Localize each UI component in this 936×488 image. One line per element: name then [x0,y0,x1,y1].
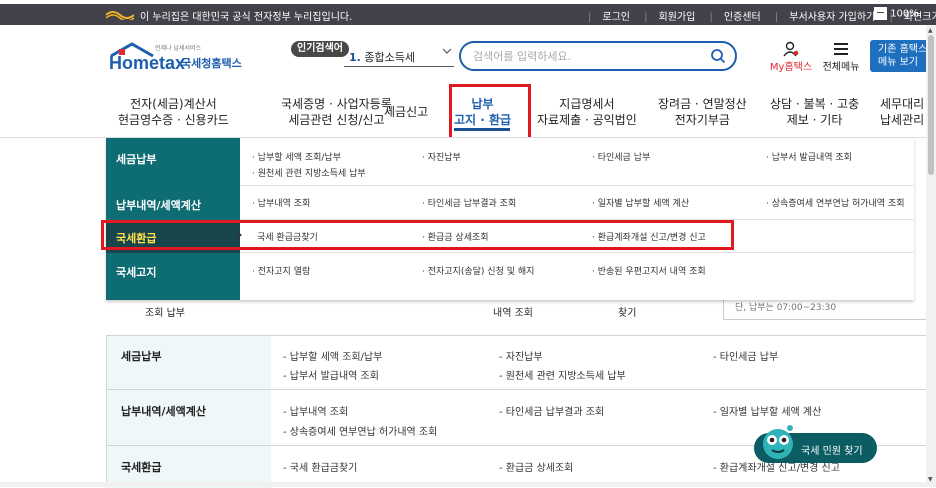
dept-user-signup-link[interactable]: 부서사용자 가입하기 [789,12,875,23]
mega-menu-row: · 납부내역 조회 · 타인세금 납부결과 조회 · 일자별 납부할 세액 계산… [240,186,914,220]
logo-subtitle: 언제나 납세서비스 [155,45,202,52]
all-menu-button[interactable]: 전체메뉴 [820,41,862,73]
gnb-tax-return[interactable]: 세금신고 [384,104,428,120]
mega-menu-sidebar: 세금납부 납부내역/세액계산 국세환급 국세고지 [106,138,240,300]
gnb-label-1: 전자(세금)계산서 [130,97,217,111]
my-hometax-button[interactable]: My홈택스 [767,41,815,73]
korea-gov-logo-icon [106,11,134,20]
popular-keyword[interactable]: 1. 종합소득세 [349,49,415,65]
mega-menu-row: · 납부할 세액 조회/납부 · 자진납부 · 타인세금 납부 · 납부서 발급… [240,138,914,186]
zoom-level: 100% [890,8,919,20]
bg-partial-text: 찾기 [618,308,637,319]
section-link[interactable]: - 자진납부 [499,348,543,363]
mega-menu-link[interactable]: · 원천세 관련 지방소득세 납부 [252,166,366,179]
gnb-label-1: 세금신고 [384,105,429,119]
zoom-out-button[interactable]: − [874,7,887,20]
info-text: 단, 납부는 07:00~23:30 [735,303,837,313]
mega-menu-category[interactable]: 납부내역/세액계산 [106,186,240,220]
gnb-certificates[interactable]: 국세증명 · 사업자등록 세금관련 신청/신고 [281,96,392,128]
gov-banner: 이 누리집은 대한민국 공식 전자정부 누리집입니다. | 로그인 | 회원가입 |… [0,4,936,25]
bg-partial-text: 내역 조회 [493,308,533,319]
popular-underline [344,66,454,67]
mega-menu-link[interactable]: · 상속증여세 연부연납 허가내역 조회 [766,196,905,209]
search-icon[interactable] [710,48,726,64]
search-box [459,41,737,71]
mega-menu-link[interactable]: · 반송된 우편고지서 내역 조회 [592,264,706,277]
gnb-label-2: 자료제출 · 공익법인 [537,113,637,127]
gnb-label-2: 전자기부금 [674,113,730,127]
gnb-label-2: 현금영수증 · 신용카드 [118,113,229,127]
gnb-label-2: 제보 · 기타 [786,113,843,127]
signup-link[interactable]: 회원가입 [659,12,696,23]
mega-menu-link[interactable]: · 납부할 세액 조회/납부 [252,150,341,163]
mega-menu-row: · 전자고지 열람 · 전자고지(송달) 신청 및 해지 · 반송된 우편고지서… [240,253,914,286]
popular-search-badge: 인기검색어 [291,41,349,57]
bg-partial-text: 조회 납부 [145,308,185,319]
zoom-control: − 100% [874,7,919,20]
chevron-down-icon[interactable] [442,47,452,55]
user-icon [783,41,799,57]
section-link[interactable]: - 상속증여세 연부연납 허가내역 조회 [283,423,437,438]
refund-highlight-box [101,220,734,250]
payment-mega-menu: 세금납부 납부내역/세액계산 국세환급 국세고지 · 납부할 세액 조회/납부 … [106,138,914,300]
section-category: 세금납부 [121,350,162,363]
gnb-statements[interactable]: 지급명세서 자료제출 · 공익법인 [537,96,637,128]
gnb-label-1: 상담 · 불복 · 고충 [770,97,860,111]
mega-menu-link[interactable]: · 납부서 발급내역 조회 [766,150,852,163]
scroll-down-icon[interactable]: ▼ [928,476,933,483]
gnb-label-1: 장려금 · 연말정산 [658,97,747,111]
section-link[interactable]: - 납부서 발급내역 조회 [283,367,379,382]
mega-menu-link[interactable]: · 타인세금 납부결과 조회 [422,196,516,209]
mega-menu-link[interactable]: · 자진납부 [422,150,461,163]
section-link[interactable]: - 국세 환급금찾기 [283,459,357,474]
section-link[interactable]: - 타인세금 납부 [713,348,778,363]
section-link[interactable]: - 환급금 상세조회 [499,459,573,474]
tax-inquiry-chatbot-button[interactable]: 국세 민원 찾기 [754,425,877,463]
gov-banner-text: 이 누리집은 대한민국 공식 전자정부 누리집입니다. [140,12,353,23]
mega-menu-link[interactable]: · 전자고지(송달) 신청 및 해지 [422,264,534,277]
gnb-incentives[interactable]: 장려금 · 연말정산 전자기부금 [658,96,747,128]
gnb-tax-agent[interactable]: 세무대리 납세관리 [880,96,924,128]
mega-menu-category[interactable]: 세금납부 [106,138,240,186]
payment-section: 세금납부 납부내역/세액계산 국세환급 - 납부할 세액 조회/납부 - 자진납… [106,335,936,488]
gnb-label-1: 세무대리 [880,97,925,111]
gnb-consulting[interactable]: 상담 · 불복 · 고충 제보 · 기타 [770,96,859,128]
gnb-label-2: 납세관리 [880,113,925,127]
logo-wordmark: Hometax [109,53,186,73]
cert-center-link[interactable]: 인증센터 [724,12,761,23]
popular-keyword-text: 종합소득세 [364,51,415,64]
search-input[interactable] [473,47,703,65]
section-link[interactable]: - 납부내역 조회 [283,403,348,418]
mega-menu-category[interactable]: 국세고지 [106,253,240,286]
mega-menu-link[interactable]: · 타인세금 납부 [592,150,650,163]
section-category: 국세환급 [121,461,162,474]
section-link[interactable]: - 타인세금 납부결과 조회 [499,403,604,418]
gnb-label-2: 세금관련 신청/신고 [288,113,385,127]
mega-menu-link[interactable]: · 일자별 납부할 세액 계산 [592,196,689,209]
logo-org-name: 국세청홈택스 [181,57,242,70]
gnb-e-invoice[interactable]: 전자(세금)계산서 현금영수증 · 신용카드 [118,96,229,128]
hamburger-menu-icon [834,43,848,55]
scroll-up-icon[interactable]: ▲ [928,27,933,34]
hometax-logo[interactable]: 언제나 납세서비스 Hometax 국세청홈택스 [109,42,279,76]
scrollbar-thumb[interactable] [928,35,934,175]
login-link[interactable]: 로그인 [602,12,630,23]
section-link[interactable]: - 원천세 관련 지방소득세 납부 [499,367,626,382]
section-divider [107,389,936,390]
vertical-scrollbar[interactable]: ▲ ▼ [926,25,936,487]
my-hometax-label: My홈택스 [769,62,813,73]
horizontal-scrollbar[interactable] [0,482,926,487]
mega-menu-link[interactable]: · 납부내역 조회 [252,196,310,209]
mascot-icon [763,425,793,459]
gnb-label-1: 국세증명 · 사업자등록 [281,97,392,111]
chatbot-label: 국세 민원 찾기 [801,446,863,457]
gnb-label-1: 지급명세서 [559,97,615,111]
mega-menu-link[interactable]: · 전자고지 열람 [252,264,310,277]
section-link[interactable]: - 일자별 납부할 세액 계산 [713,403,821,418]
section-link[interactable]: - 납부할 세액 조회/납부 [283,348,382,363]
all-menu-label: 전체메뉴 [822,62,860,73]
popular-rank: 1. [349,51,361,64]
section-category: 납부내역/세액계산 [121,405,206,418]
